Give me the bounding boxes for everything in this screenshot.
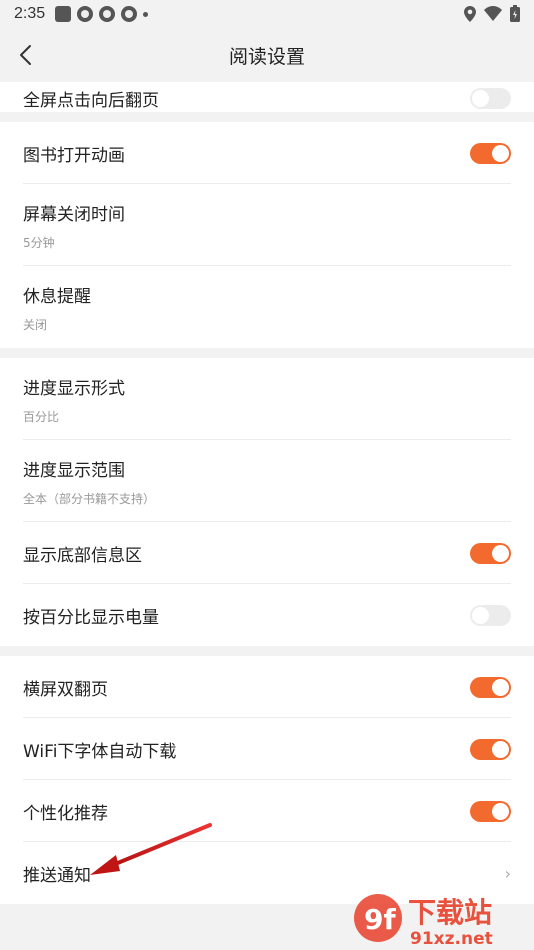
setting-label: 休息提醒 [23, 286, 91, 307]
setting-row-battery-percent[interactable]: 按百分比显示电量 [0, 584, 534, 646]
back-arrow-icon [20, 45, 31, 65]
setting-label: 屏幕关闭时间 [23, 204, 125, 225]
setting-row-progress-range[interactable]: 进度显示范围 全本（部分书籍不支持） [0, 440, 534, 522]
setting-value: 百分比 [23, 409, 60, 424]
toggle-knob [472, 89, 489, 107]
back-button[interactable] [10, 40, 40, 70]
settings-group-partial: 全屏点击向后翻页 [0, 82, 534, 112]
annotation-arrow [90, 823, 212, 875]
setting-row-book-open-animation[interactable]: 图书打开动画 [0, 122, 534, 184]
setting-label: 全屏点击向后翻页 [23, 90, 159, 111]
toggle-knob [492, 544, 509, 562]
settings-group-1: 图书打开动画 屏幕关闭时间 5分钟 休息提醒 关闭 [0, 122, 534, 348]
setting-row-bottom-info[interactable]: 显示底部信息区 [0, 522, 534, 584]
toggle-knob [492, 678, 509, 696]
watermark-logo: 9f [364, 903, 396, 936]
toggle-switch[interactable] [470, 676, 511, 698]
settings-group-2: 进度显示形式 百分比 进度显示范围 全本（部分书籍不支持） 显示底部信息区 按百… [0, 358, 534, 646]
toggle-switch[interactable] [470, 142, 511, 164]
setting-row-rest-reminder[interactable]: 休息提醒 关闭 [0, 266, 534, 348]
more-notifications-icon [143, 11, 149, 17]
toggle-knob [492, 144, 509, 162]
setting-row-progress-format[interactable]: 进度显示形式 百分比 [0, 358, 534, 440]
setting-label: 横屏双翻页 [23, 679, 108, 700]
setting-row-fullscreen-tap[interactable]: 全屏点击向后翻页 [0, 82, 534, 112]
setting-row-wifi-font-download[interactable]: WiFi下字体自动下载 [0, 718, 534, 780]
setting-label: 按百分比显示电量 [23, 607, 159, 628]
toggle-switch[interactable] [470, 542, 511, 564]
setting-label: 进度显示形式 [23, 378, 125, 399]
location-icon [464, 5, 476, 22]
setting-value: 全本（部分书籍不支持） [23, 491, 156, 506]
watermark: 9f 下载站 91xz.net [350, 888, 530, 950]
setting-label: 显示底部信息区 [23, 545, 142, 566]
wifi-icon [484, 6, 502, 21]
settings-list[interactable]: 全屏点击向后翻页 图书打开动画 屏幕关闭时间 5分钟 休息提醒 关闭 进度显示形… [0, 82, 534, 904]
page-title: 阅读设置 [228, 45, 305, 68]
toggle-switch[interactable] [470, 800, 511, 822]
toggle-switch[interactable] [470, 87, 511, 109]
setting-label: WiFi下字体自动下载 [23, 741, 177, 762]
app-notification-icon [99, 6, 116, 22]
notification-icon [55, 6, 72, 22]
setting-label: 进度显示范围 [23, 460, 125, 481]
setting-row-landscape-double-page[interactable]: 横屏双翻页 [0, 656, 534, 718]
app-notification-icon [77, 6, 94, 22]
status-bar: 2:35 [0, 0, 534, 28]
nav-bar: 阅读设置 [0, 28, 534, 82]
app-notification-icon [121, 6, 138, 22]
setting-label: 图书打开动画 [23, 145, 125, 166]
watermark-domain: 91xz.net [410, 929, 493, 949]
toggle-switch[interactable] [470, 738, 511, 760]
setting-value: 关闭 [23, 317, 48, 332]
setting-value: 5分钟 [23, 235, 55, 250]
watermark-site-name: 下载站 [408, 896, 492, 929]
toggle-knob [472, 606, 489, 624]
setting-row-screen-off-time[interactable]: 屏幕关闭时间 5分钟 [0, 184, 534, 266]
toggle-knob [492, 740, 509, 758]
toggle-switch[interactable] [470, 604, 511, 626]
toggle-knob [492, 802, 509, 820]
status-time: 2:35 [14, 5, 46, 22]
chevron-right-icon: › [504, 863, 511, 883]
battery-icon [510, 5, 520, 22]
